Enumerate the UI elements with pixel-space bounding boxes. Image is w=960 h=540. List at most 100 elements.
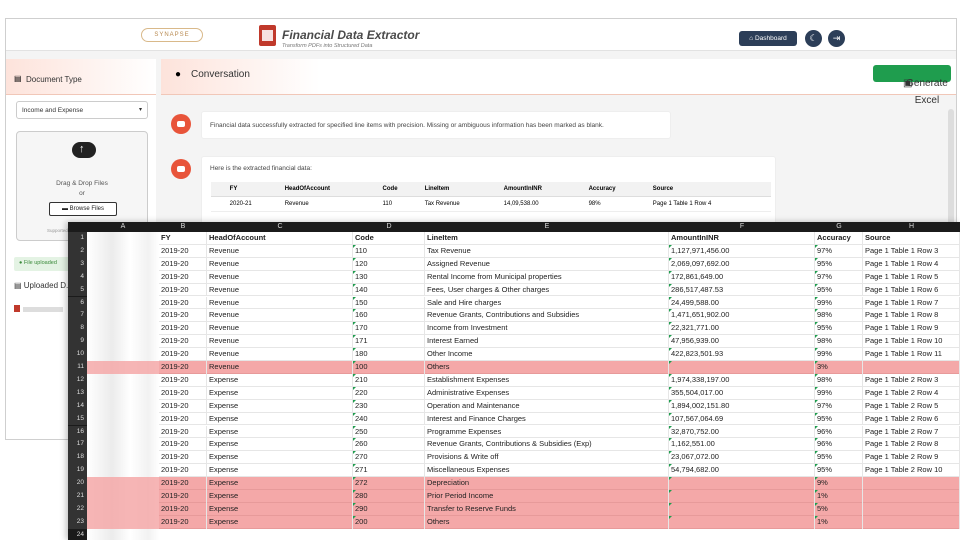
sheet-cell[interactable]: 99%	[815, 386, 863, 400]
sheet-cell[interactable]: 1,127,971,456.00	[669, 244, 815, 258]
sheet-cell[interactable]: 95%	[815, 257, 863, 271]
sheet-cell[interactable]	[669, 490, 815, 503]
sheet-cell[interactable]: Accuracy	[815, 232, 863, 245]
sheet-cell[interactable]: 355,504,017.00	[669, 386, 815, 400]
sheet-cell[interactable]: 98%	[815, 335, 863, 349]
row-number[interactable]: 24	[68, 529, 87, 540]
sheet-cell[interactable]: 100	[353, 361, 425, 374]
sheet-cell[interactable]: Revenue	[207, 335, 353, 349]
sheet-cell[interactable]: 95%	[815, 451, 863, 465]
sheet-cell[interactable]: Expense	[207, 399, 353, 413]
sheet-cell[interactable]: 1%	[815, 515, 863, 529]
sheet-cell[interactable]: 54,794,682.00	[669, 464, 815, 478]
sheet-cell[interactable]: Revenue	[207, 348, 353, 361]
row-number[interactable]: 3	[68, 257, 87, 271]
sheet-cell[interactable]: Page 1 Table 1 Row 4	[863, 257, 960, 271]
sheet-cell[interactable]: 2019-20	[159, 348, 207, 361]
sheet-cell[interactable]: Page 1 Table 1 Row 5	[863, 270, 960, 284]
column-header-h[interactable]: H	[863, 223, 960, 230]
sheet-cell[interactable]: 240	[353, 412, 425, 426]
sheet-cell[interactable]	[669, 502, 815, 516]
sheet-cell[interactable]: 95%	[815, 412, 863, 426]
sheet-cell[interactable]: Establishment Expenses	[425, 373, 669, 387]
browse-files-button[interactable]: ▬ Browse Files	[49, 202, 117, 216]
sheet-cell[interactable]: Miscellaneous Expenses	[425, 464, 669, 478]
sheet-cell[interactable]: 99%	[815, 296, 863, 310]
column-header-d[interactable]: D	[353, 223, 425, 230]
sheet-cell[interactable]: 1,471,651,902.00	[669, 309, 815, 323]
sheet-cell[interactable]: 96%	[815, 425, 863, 439]
row-number[interactable]: 4	[68, 270, 87, 284]
sheet-cell[interactable]: Page 1 Table 1 Row 3	[863, 244, 960, 258]
row-number[interactable]: 1	[68, 232, 87, 245]
column-header-e[interactable]: E	[425, 223, 669, 230]
sheet-cell[interactable]: Depreciation	[425, 477, 669, 490]
sheet-cell[interactable]: Programme Expenses	[425, 425, 669, 439]
sheet-cell[interactable]: Others	[425, 361, 669, 374]
sheet-cell[interactable]: 22,321,771.00	[669, 322, 815, 336]
highlighted-cell-a[interactable]	[87, 361, 159, 374]
sheet-cell[interactable]: 422,823,501.93	[669, 348, 815, 361]
sheet-cell[interactable]: 2019-20	[159, 361, 207, 374]
generate-excel-button[interactable]: ▣ Generate Excel	[873, 65, 951, 106]
sheet-cell[interactable]: Page 1 Table 2 Row 5	[863, 399, 960, 413]
sheet-cell[interactable]: 2019-20	[159, 451, 207, 465]
sheet-cell[interactable]: Assigned Revenue	[425, 257, 669, 271]
sheet-cell[interactable]: 270	[353, 451, 425, 465]
sheet-cell[interactable]: 2019-20	[159, 270, 207, 284]
sheet-cell[interactable]: 180	[353, 348, 425, 361]
sheet-cell[interactable]: 280	[353, 490, 425, 503]
sheet-cell[interactable]	[669, 361, 815, 374]
sheet-cell[interactable]: Expense	[207, 373, 353, 387]
sheet-cell[interactable]: Fees, User charges & Other charges	[425, 283, 669, 297]
sheet-cell[interactable]: 3%	[815, 361, 863, 374]
sheet-cell[interactable]: Expense	[207, 425, 353, 439]
sheet-cell[interactable]: AmountInINR	[669, 232, 815, 245]
sheet-cell[interactable]: Expense	[207, 490, 353, 503]
sheet-cell[interactable]: 99%	[815, 348, 863, 361]
sheet-cell[interactable]: 107,567,064.69	[669, 412, 815, 426]
sheet-cell[interactable]: 97%	[815, 244, 863, 258]
row-number[interactable]: 15	[68, 412, 87, 426]
sheet-cell[interactable]: 2019-20	[159, 283, 207, 297]
sheet-cell[interactable]: Page 1 Table 1 Row 6	[863, 283, 960, 297]
sheet-cell[interactable]: Page 1 Table 2 Row 9	[863, 451, 960, 465]
sheet-cell[interactable]: 172,861,649.00	[669, 270, 815, 284]
sheet-cell[interactable]: 2019-20	[159, 425, 207, 439]
row-number[interactable]: 14	[68, 399, 87, 413]
sheet-cell[interactable]: 24,499,588.00	[669, 296, 815, 310]
sheet-cell[interactable]: 2019-20	[159, 464, 207, 478]
sheet-cell[interactable]: Expense	[207, 464, 353, 478]
row-number[interactable]: 8	[68, 322, 87, 336]
row-number[interactable]: 19	[68, 464, 87, 478]
highlighted-cell-a[interactable]	[87, 490, 159, 503]
dashboard-button[interactable]: ⌂ Dashboard	[739, 31, 797, 46]
sheet-cell[interactable]: Sale and Hire charges	[425, 296, 669, 310]
sheet-cell[interactable]: 95%	[815, 283, 863, 297]
document-type-select[interactable]: Income and Expense ▾	[16, 101, 148, 119]
row-number[interactable]: 6	[68, 296, 87, 310]
sheet-cell[interactable]: 98%	[815, 309, 863, 323]
sheet-cell[interactable]: 2019-20	[159, 373, 207, 387]
row-number[interactable]: 20	[68, 477, 87, 490]
sheet-cell[interactable]: 220	[353, 386, 425, 400]
sheet-cell[interactable]: 97%	[815, 399, 863, 413]
sheet-cell[interactable]	[863, 490, 960, 503]
sheet-cell[interactable]: Revenue	[207, 309, 353, 323]
sheet-cell[interactable]: 110	[353, 244, 425, 258]
uploaded-file-item[interactable]	[14, 299, 69, 312]
sheet-cell[interactable]: Expense	[207, 412, 353, 426]
column-header-a[interactable]: A	[87, 223, 159, 230]
sheet-cell[interactable]: Other Income	[425, 348, 669, 361]
sheet-cell[interactable]: 2019-20	[159, 335, 207, 349]
sheet-cell[interactable]: 95%	[815, 322, 863, 336]
column-header-b[interactable]: B	[159, 223, 207, 230]
moon-icon[interactable]: ☾	[805, 30, 822, 47]
sheet-cell[interactable]: Income from Investment	[425, 322, 669, 336]
sheet-cell[interactable]: 96%	[815, 438, 863, 452]
sheet-cell[interactable]: Page 1 Table 1 Row 10	[863, 335, 960, 349]
sheet-cell[interactable]: 2019-20	[159, 399, 207, 413]
sheet-cell[interactable]: Page 1 Table 1 Row 11	[863, 348, 960, 361]
column-header-g[interactable]: G	[815, 223, 863, 230]
column-header-f[interactable]: F	[669, 223, 815, 230]
